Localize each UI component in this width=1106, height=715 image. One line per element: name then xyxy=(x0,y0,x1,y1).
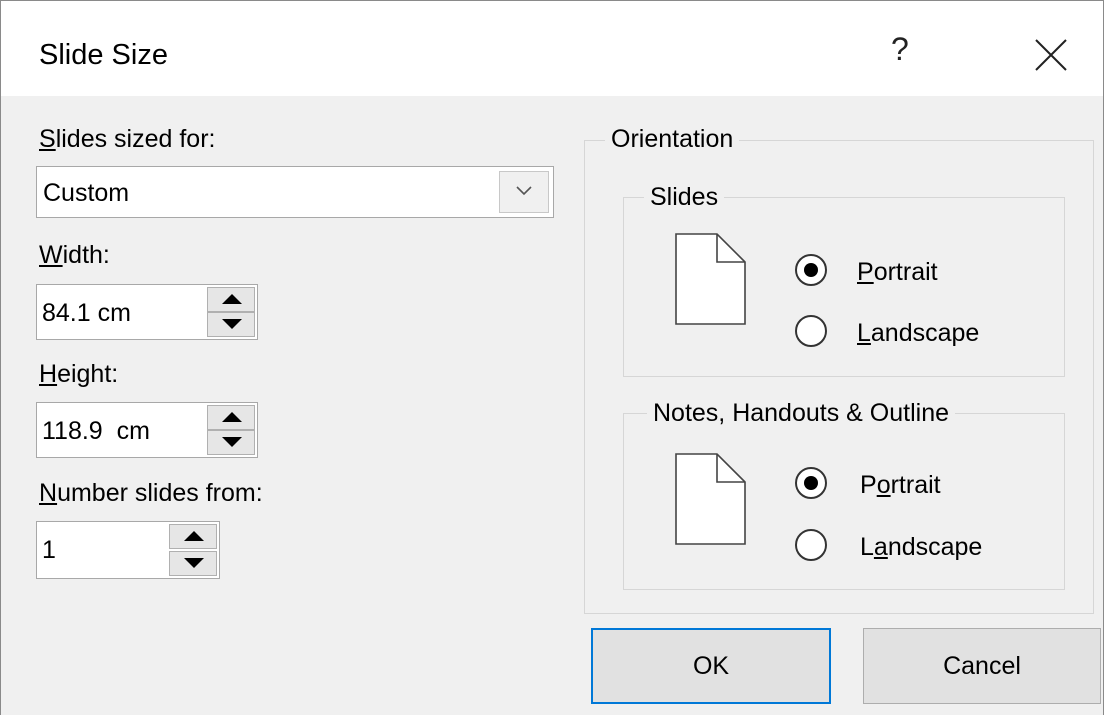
slides-landscape-label[interactable]: Landscape xyxy=(857,319,979,348)
slide-portrait-page-icon xyxy=(675,233,746,325)
arrow-up-icon xyxy=(222,412,242,422)
dialog-title: Slide Size xyxy=(39,39,168,71)
chevron-down-icon[interactable] xyxy=(499,171,549,213)
arrow-down-icon xyxy=(222,319,242,329)
arrow-down-icon xyxy=(222,437,242,447)
slides-portrait-radio[interactable] xyxy=(795,254,827,286)
height-label: Height: xyxy=(39,360,119,388)
number-slides-from-label: Number slides from: xyxy=(39,479,263,507)
height-increment-button[interactable] xyxy=(207,405,255,430)
title-bar: Slide Size ? xyxy=(1,1,1103,96)
notes-portrait-radio[interactable] xyxy=(795,467,827,499)
notes-landscape-label[interactable]: Landscape xyxy=(860,533,982,562)
arrow-down-icon xyxy=(184,558,204,568)
number-increment-button[interactable] xyxy=(169,524,217,549)
notes-group-title: Notes, Handouts & Outline xyxy=(647,399,955,428)
slides-sized-for-value: Custom xyxy=(43,179,130,207)
slide-size-dialog: Slide Size ? Slides sized for: Custom Wi… xyxy=(0,0,1104,715)
radio-selected-dot xyxy=(804,476,818,490)
width-decrement-button[interactable] xyxy=(207,312,255,337)
slides-sized-for-select[interactable]: Custom xyxy=(36,166,554,218)
number-slides-from-stepper[interactable]: 1 xyxy=(36,521,220,579)
width-label: Width: xyxy=(39,241,110,269)
height-value: 118.9 cm xyxy=(42,417,150,445)
notes-portrait-label[interactable]: Portrait xyxy=(860,471,941,500)
slides-group-title: Slides xyxy=(644,183,725,212)
notes-landscape-radio[interactable] xyxy=(795,529,827,561)
height-decrement-button[interactable] xyxy=(207,430,255,455)
slides-sized-for-label: Slides sized for: xyxy=(39,125,216,153)
arrow-up-icon xyxy=(184,531,204,541)
notes-portrait-page-icon xyxy=(675,453,746,545)
number-slides-from-value: 1 xyxy=(42,536,56,564)
cancel-button[interactable]: Cancel xyxy=(863,628,1101,704)
slides-landscape-radio[interactable] xyxy=(795,315,827,347)
width-stepper[interactable]: 84.1 cm xyxy=(36,284,258,340)
slides-portrait-label[interactable]: Portrait xyxy=(857,258,938,287)
orientation-title: Orientation xyxy=(605,125,740,154)
number-decrement-button[interactable] xyxy=(169,551,217,576)
help-button[interactable]: ? xyxy=(891,31,909,68)
ok-button[interactable]: OK xyxy=(591,628,831,704)
close-icon[interactable] xyxy=(1031,35,1071,75)
width-value: 84.1 cm xyxy=(42,299,131,327)
radio-selected-dot xyxy=(804,263,818,277)
arrow-up-icon xyxy=(222,294,242,304)
width-increment-button[interactable] xyxy=(207,287,255,312)
height-stepper[interactable]: 118.9 cm xyxy=(36,402,258,458)
